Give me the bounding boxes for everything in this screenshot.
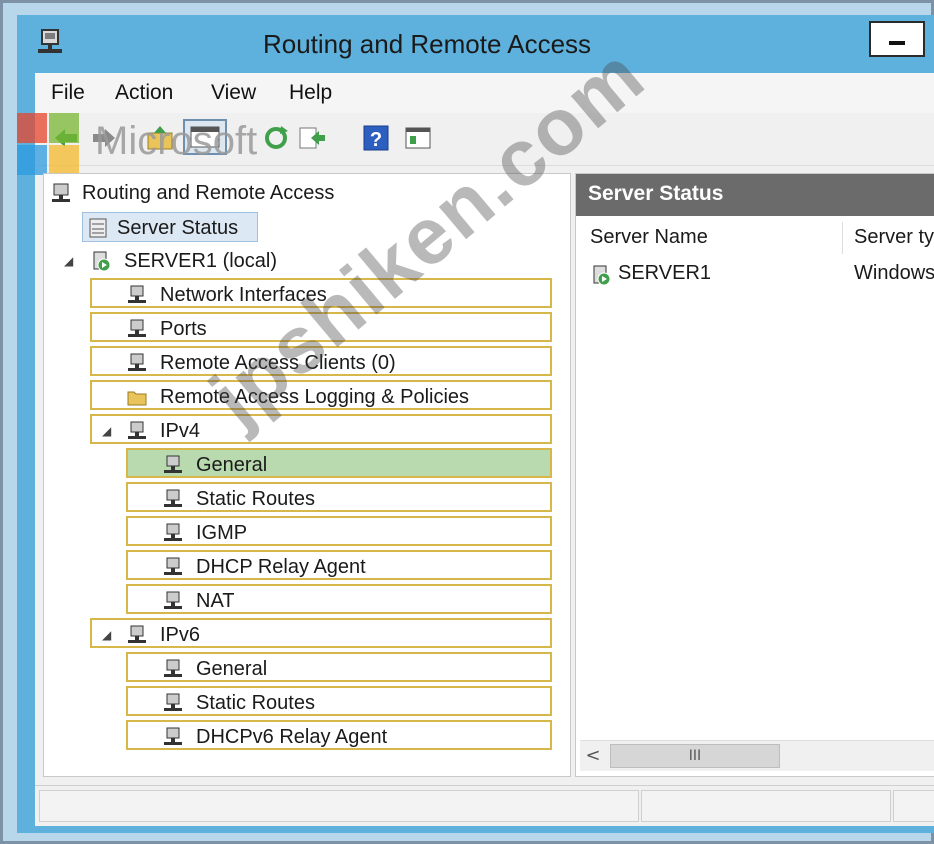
up-folder-icon[interactable]: [145, 123, 175, 153]
status-section: [641, 790, 891, 822]
back-arrow-icon[interactable]: [51, 123, 81, 153]
tree-item-label: Remote Access Clients (0): [160, 352, 396, 374]
tree-item-label: Static Routes: [196, 692, 315, 714]
help-icon[interactable]: ?: [361, 123, 391, 153]
menu-file[interactable]: File: [51, 81, 85, 105]
forward-arrow-icon[interactable]: [89, 123, 119, 153]
network-node-icon: [164, 523, 182, 541]
network-node-icon: [164, 659, 182, 677]
tree-item-ipv4-dhcp-relay[interactable]: DHCP Relay Agent: [126, 550, 552, 580]
tree-item-label: IPv4: [160, 420, 201, 442]
tree-item-label: DHCPv6 Relay Agent: [196, 726, 388, 748]
scroll-left-icon[interactable]: <: [580, 743, 606, 769]
network-node-icon: [164, 557, 182, 575]
show-hide-console-tree-icon[interactable]: [183, 119, 227, 155]
routing-server-icon: [52, 183, 70, 202]
menu-action[interactable]: Action: [115, 81, 173, 105]
network-node-icon: [164, 727, 182, 745]
title-bar[interactable]: Routing and Remote Access: [17, 15, 934, 73]
details-title: Server Status: [588, 182, 724, 205]
properties-icon[interactable]: [403, 123, 433, 153]
details-pane: Server Status Server Name Server ty SERV…: [575, 173, 934, 777]
tree-item-ipv6-dhcp-relay[interactable]: DHCPv6 Relay Agent: [126, 720, 552, 750]
network-node-icon: [164, 455, 182, 473]
server-status-icon: [89, 218, 107, 238]
tree-item-label: DHCP Relay Agent: [196, 556, 366, 578]
tree-item-ipv4-static-routes[interactable]: Static Routes: [126, 482, 552, 512]
tree-item-label: General: [196, 658, 268, 680]
folder-icon: [127, 391, 147, 406]
network-node-icon: [164, 591, 182, 609]
server-running-icon: [93, 251, 111, 272]
app-window: Routing and Remote Access File Action Vi…: [17, 15, 934, 833]
tree-item-label: NAT: [196, 590, 235, 612]
tree-item-label: IGMP: [196, 522, 248, 544]
menu-help[interactable]: Help: [289, 81, 332, 105]
tree-item-ipv4-nat[interactable]: NAT: [126, 584, 552, 614]
menu-bar: File Action View Help: [35, 73, 934, 113]
scroll-thumb[interactable]: III: [610, 744, 780, 768]
network-node-icon: [128, 353, 146, 371]
tree-root-label: Routing and Remote Access: [82, 182, 335, 204]
tree-item-label: Remote Access Logging & Policies: [160, 386, 470, 408]
console-tree[interactable]: Routing and Remote Access Server Status …: [43, 173, 571, 777]
server-running-icon: [593, 265, 611, 286]
tree-item-ipv4[interactable]: ◢ IPv4: [90, 414, 552, 444]
screenshot-frame: Routing and Remote Access File Action Vi…: [0, 0, 934, 844]
column-header-server-name[interactable]: Server Name: [590, 226, 708, 249]
tree-item-server-status[interactable]: Server Status: [82, 212, 258, 242]
collapse-icon[interactable]: ◢: [64, 255, 76, 267]
tree-item-label: Ports: [160, 318, 207, 340]
tree-item-network-interfaces[interactable]: Network Interfaces: [90, 278, 552, 308]
tree-item-ipv4-general[interactable]: General: [126, 448, 552, 478]
tree-root[interactable]: Routing and Remote Access: [48, 178, 448, 208]
svg-text:?: ?: [370, 129, 382, 151]
network-node-icon: [128, 421, 146, 439]
menu-view[interactable]: View: [211, 81, 256, 105]
tree-item-remote-access-clients[interactable]: Remote Access Clients (0): [90, 346, 552, 376]
tree-item-label: Server Status: [117, 217, 239, 239]
column-divider[interactable]: [842, 222, 843, 254]
horizontal-scrollbar[interactable]: < III: [580, 740, 934, 771]
tree-item-server1[interactable]: ◢ SERVER1 (local): [64, 246, 364, 276]
column-header-server-type[interactable]: Server ty: [854, 226, 934, 249]
tree-item-ipv6[interactable]: ◢ IPv6: [90, 618, 552, 648]
refresh-icon[interactable]: [261, 123, 291, 153]
tree-item-label: Network Interfaces: [160, 284, 327, 306]
status-section: [893, 790, 934, 822]
status-section: [39, 790, 639, 822]
tree-item-label: General: [196, 454, 268, 476]
tree-item-label: SERVER1 (local): [124, 250, 278, 272]
tree-item-ports[interactable]: Ports: [90, 312, 552, 342]
export-list-icon[interactable]: [297, 123, 327, 153]
cell-server-name: SERVER1: [618, 262, 712, 284]
tree-item-ipv6-static-routes[interactable]: Static Routes: [126, 686, 552, 716]
toolbar: ?: [35, 113, 934, 166]
network-node-icon: [128, 285, 146, 303]
status-bar: [35, 785, 934, 826]
network-node-icon: [164, 693, 182, 711]
cell-server-type: Windows: [854, 262, 934, 284]
collapse-icon[interactable]: ◢: [102, 629, 114, 641]
tree-item-label: Static Routes: [196, 488, 315, 510]
network-node-icon: [128, 625, 146, 643]
collapse-icon[interactable]: ◢: [102, 425, 114, 437]
tree-item-logging-policies[interactable]: Remote Access Logging & Policies: [90, 380, 552, 410]
minimize-button[interactable]: [869, 21, 925, 57]
tree-item-ipv4-igmp[interactable]: IGMP: [126, 516, 552, 546]
network-node-icon: [164, 489, 182, 507]
tree-item-ipv6-general[interactable]: General: [126, 652, 552, 682]
network-node-icon: [128, 319, 146, 337]
window-title: Routing and Remote Access: [262, 29, 592, 59]
tree-item-label: IPv6: [160, 624, 201, 646]
details-header: Server Status: [576, 174, 934, 216]
window-client-area: File Action View Help ? Microsoft Routin…: [17, 73, 934, 826]
